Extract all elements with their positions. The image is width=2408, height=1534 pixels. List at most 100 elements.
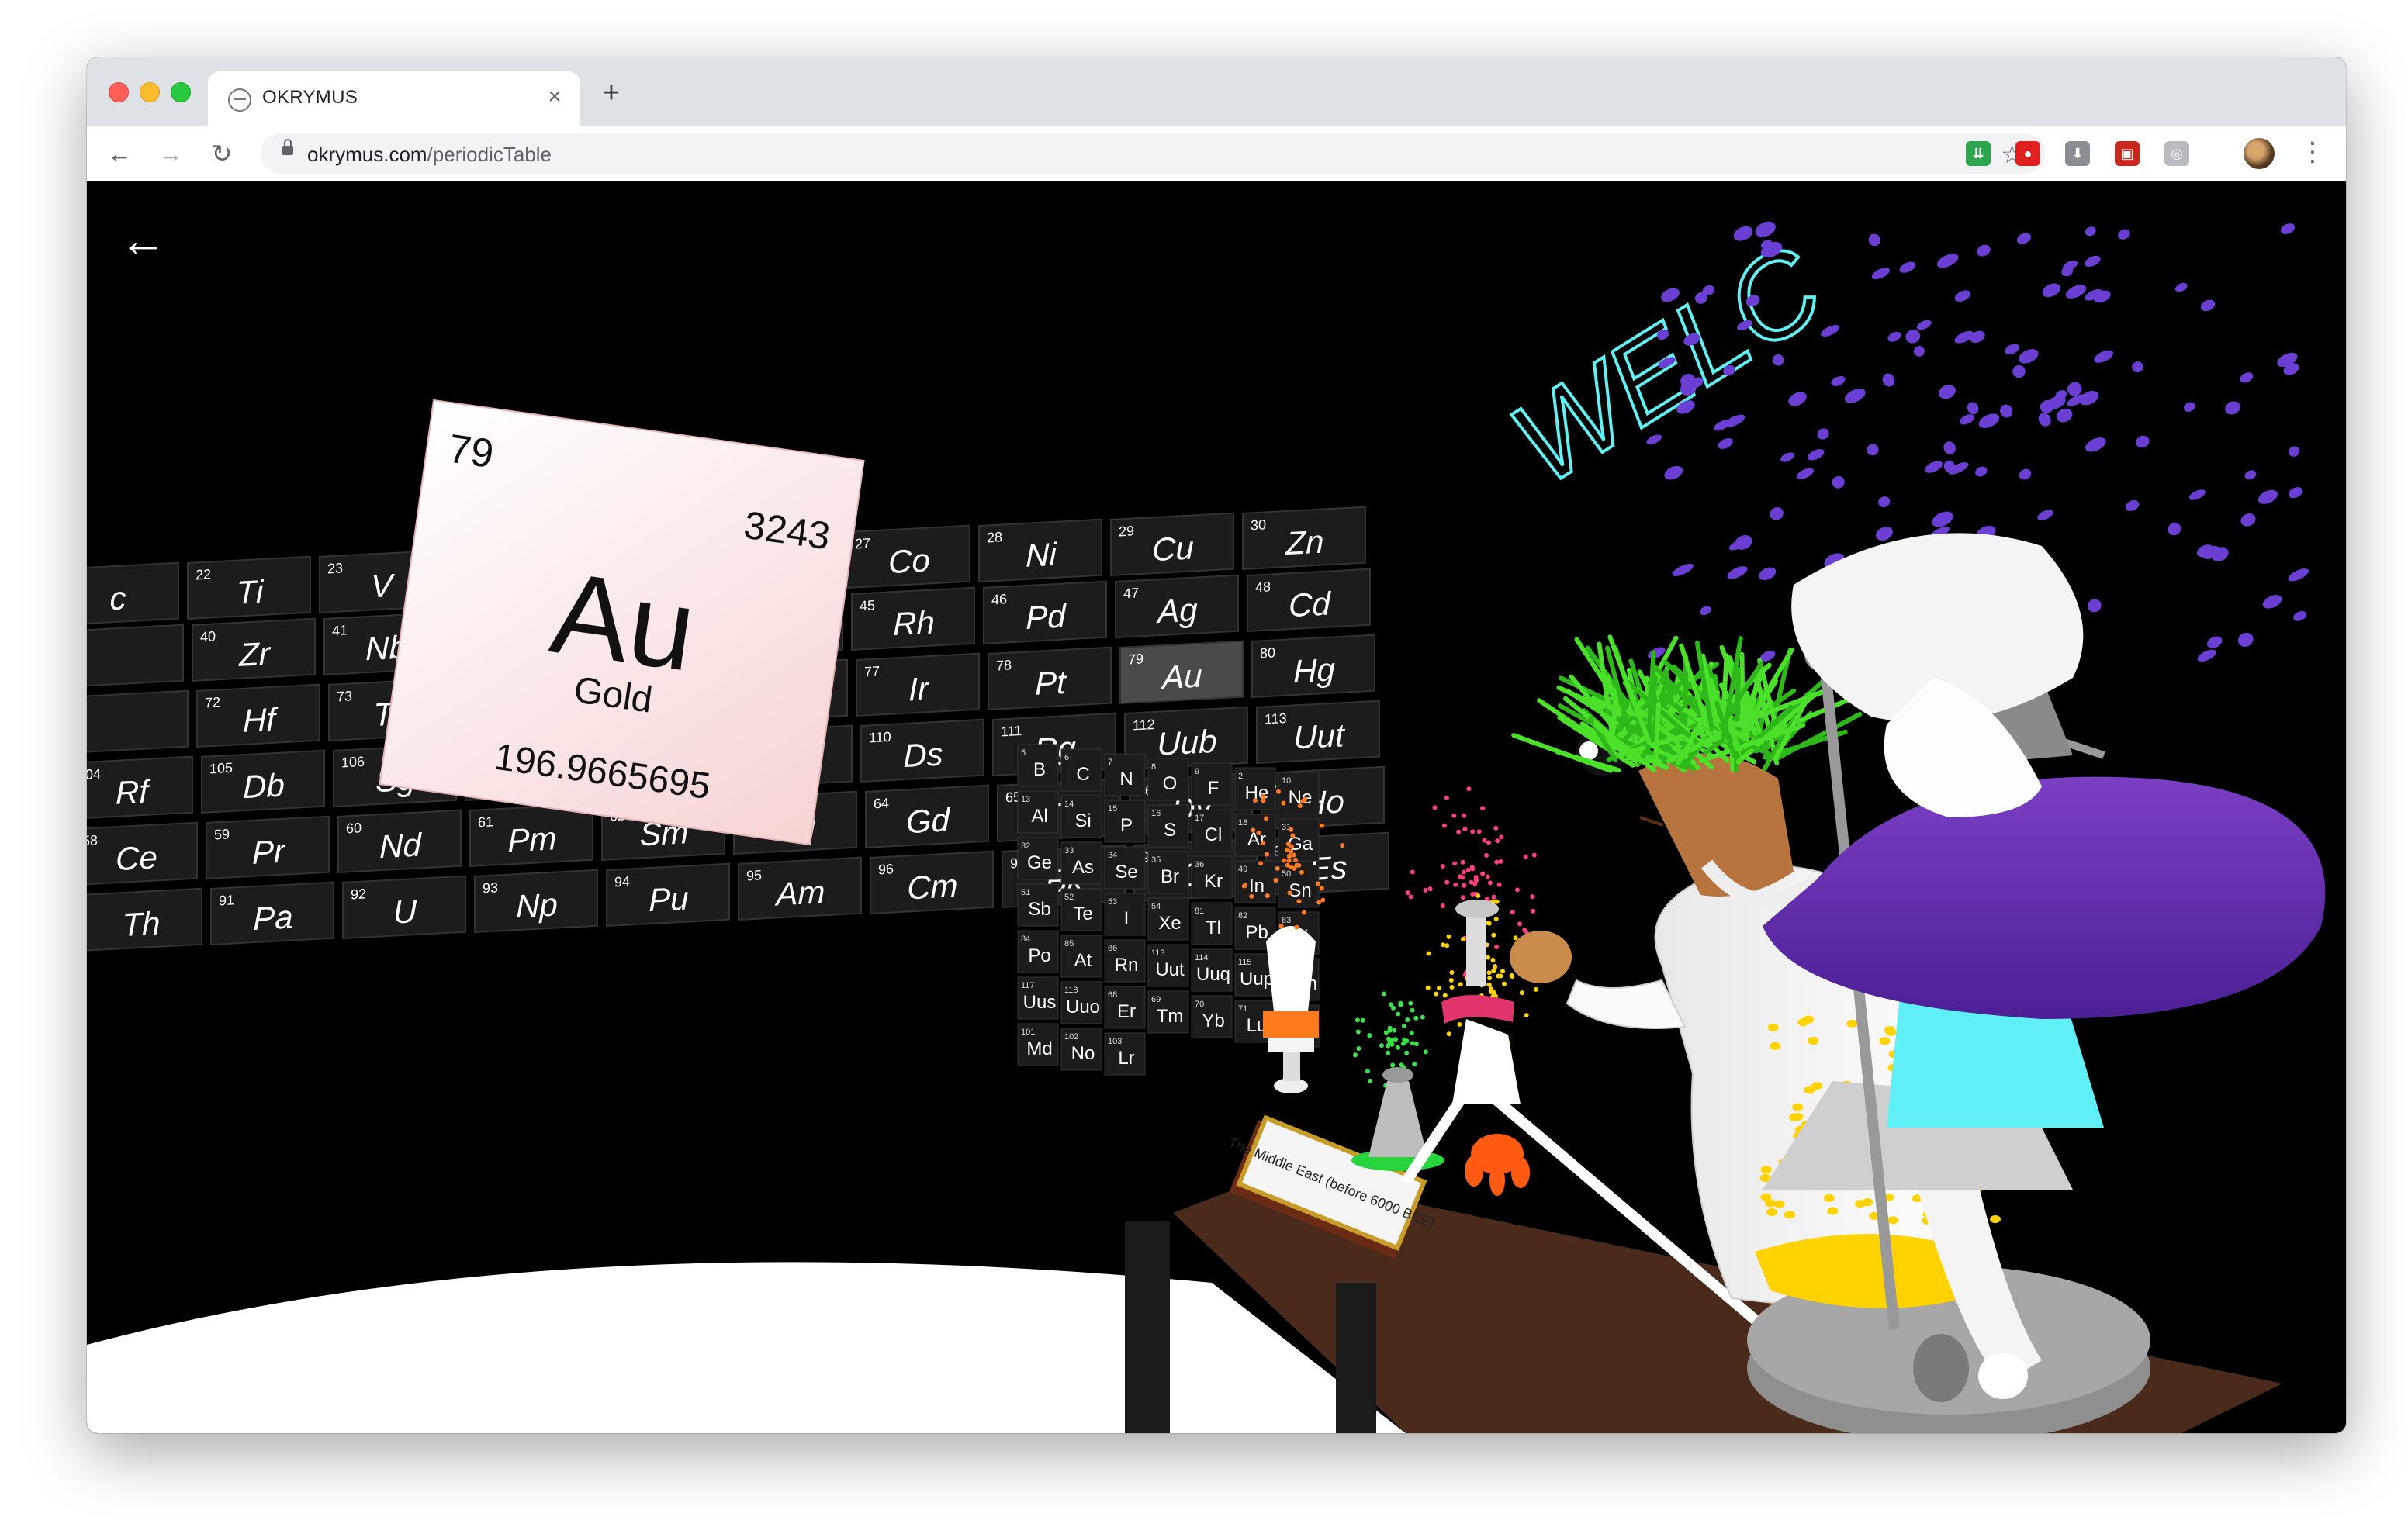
element-symbol: B xyxy=(1033,759,1046,780)
sparkle xyxy=(1401,1024,1406,1029)
element-cell[interactable]: 78 Pt xyxy=(988,646,1112,711)
element-cell[interactable]: 9F xyxy=(1191,762,1233,806)
element-cell[interactable]: 30 Zn xyxy=(1242,506,1366,571)
element-cell[interactable]: 35Br xyxy=(1147,851,1189,894)
element-cell[interactable]: 70 Yb xyxy=(1191,995,1233,1038)
element-cell[interactable]: 47 Ag xyxy=(1115,574,1239,639)
element-cell[interactable]: 81Tl xyxy=(1191,902,1233,945)
extension-2[interactable]: ● xyxy=(2015,141,2040,166)
element-cell[interactable]: 18Ar xyxy=(1234,814,1276,857)
element-cell[interactable]: 114 Uuq xyxy=(1191,948,1233,992)
minimize-window-button[interactable] xyxy=(140,82,160,102)
element-cell[interactable]: 6C xyxy=(1060,748,1102,792)
browser-menu-button[interactable]: ⋮ xyxy=(2299,135,2326,169)
new-tab-button[interactable]: + xyxy=(596,78,627,109)
element-cell[interactable]: 2He xyxy=(1234,767,1276,810)
element-cell[interactable]: 7N xyxy=(1104,753,1146,796)
element-cell[interactable]: 52Te xyxy=(1060,888,1102,931)
element-cell[interactable]: 15P xyxy=(1104,800,1146,843)
element-cell[interactable]: 72 Hf xyxy=(196,683,320,748)
element-cell[interactable]: 64 Gd xyxy=(865,784,989,849)
element-cell[interactable]: 31Ga xyxy=(1278,818,1320,862)
element-cell[interactable]: 92 U xyxy=(342,875,466,940)
element-cell[interactable]: 33 As xyxy=(1060,841,1102,885)
element-cell[interactable]: 48 Cd xyxy=(1247,568,1371,633)
element-cell[interactable]: 40 Zr xyxy=(192,617,316,682)
element-cell[interactable]: 51 Sb xyxy=(1017,883,1059,927)
element-cell[interactable]: Th xyxy=(87,887,202,952)
element-cell[interactable]: 5B xyxy=(1017,744,1059,787)
element-cell[interactable]: 13Al xyxy=(1017,790,1059,834)
maximize-window-button[interactable] xyxy=(171,82,191,102)
element-cell[interactable]: 17Cl xyxy=(1191,809,1233,852)
element-cell[interactable] xyxy=(87,689,189,755)
extension-5[interactable]: ◎ xyxy=(2164,141,2189,166)
element-cell[interactable]: 27 Co xyxy=(846,524,970,589)
address-bar[interactable]: okrymus.com/periodicTable ☆ xyxy=(261,133,2045,174)
element-cell[interactable]: 113Uut xyxy=(1256,700,1380,765)
element-cell[interactable]: 96 Cm xyxy=(870,850,994,915)
element-cell[interactable]: 102No xyxy=(1060,1028,1102,1071)
forward-button[interactable]: → xyxy=(154,136,188,171)
element-cell[interactable]: 58 Ce xyxy=(87,821,198,886)
element-cell[interactable]: 85At xyxy=(1060,935,1102,978)
extension-1[interactable]: ⇊ xyxy=(1966,141,1991,166)
element-cell[interactable]: 77 Ir xyxy=(856,652,980,717)
element-cell[interactable]: 68Er xyxy=(1104,986,1146,1029)
element-cell[interactable]: 14Si xyxy=(1060,795,1102,838)
element-cell[interactable]: 59 Pr xyxy=(206,815,330,880)
element-cell[interactable]: 34 Se xyxy=(1104,846,1146,890)
element-cell[interactable]: 86 Rn xyxy=(1104,939,1146,983)
element-cell[interactable]: 36Kr xyxy=(1191,855,1233,899)
element-cell[interactable]: 46 Pd xyxy=(983,580,1107,645)
element-cell[interactable]: 8O xyxy=(1147,758,1189,801)
element-cell[interactable]: 53 I xyxy=(1104,893,1146,936)
extension-3[interactable]: ⬇ xyxy=(2065,141,2090,166)
close-window-button[interactable] xyxy=(109,82,129,102)
element-cell[interactable]: 10Ne xyxy=(1278,772,1320,815)
element-symbol: V xyxy=(371,567,396,605)
element-cell[interactable]: 60 Nd xyxy=(337,809,462,874)
particle xyxy=(2288,487,2303,499)
browser-tab[interactable]: OKRYMUS × xyxy=(208,71,580,126)
element-cell[interactable] xyxy=(87,624,184,689)
floor xyxy=(87,1262,1406,1433)
element-cell[interactable]: 28 Ni xyxy=(978,518,1102,583)
element-cell[interactable]: 118 Uuo xyxy=(1060,981,1102,1024)
tab-close-button[interactable]: × xyxy=(543,85,566,109)
element-cell[interactable]: 113Uut xyxy=(1147,944,1189,987)
profile-avatar[interactable] xyxy=(2244,138,2275,169)
sparkle xyxy=(1319,886,1324,891)
element-cell[interactable]: 79 Au xyxy=(1119,640,1244,705)
back-arrow-button[interactable]: ← xyxy=(118,216,168,265)
gold-particle xyxy=(1792,1103,1804,1111)
element-cell[interactable]: 103 Lr xyxy=(1104,1032,1146,1076)
element-cell[interactable]: 80 Hg xyxy=(1251,634,1375,699)
sparkle xyxy=(1300,799,1306,804)
extension-4[interactable]: ▣ xyxy=(2115,141,2140,166)
element-cell[interactable]: 101Md xyxy=(1017,1023,1059,1066)
element-cell[interactable]: 110 Ds xyxy=(860,718,984,783)
element-cell[interactable]: 105 Db xyxy=(201,749,325,814)
element-cell[interactable]: 61 Pm xyxy=(469,803,593,868)
element-cell[interactable]: 69 Tm xyxy=(1147,990,1189,1034)
element-cell[interactable]: 54 Xe xyxy=(1147,897,1189,941)
element-cell[interactable]: 45 Rh xyxy=(851,586,975,651)
element-cell[interactable]: 104 Rf xyxy=(87,755,193,821)
element-number: 113 xyxy=(1151,948,1165,958)
element-symbol: Zr xyxy=(238,635,272,673)
element-cell[interactable]: 117 Uus xyxy=(1017,976,1059,1020)
element-cell[interactable]: 16S xyxy=(1147,804,1189,848)
element-cell[interactable]: 94 Pu xyxy=(606,862,730,928)
element-cell[interactable]: 22 Ti xyxy=(187,555,311,620)
particle xyxy=(1925,461,1943,473)
element-cell[interactable]: 29 Cu xyxy=(1110,512,1234,577)
reload-button[interactable]: ↻ xyxy=(205,136,239,171)
back-button[interactable]: ← xyxy=(102,136,137,171)
element-cell[interactable]: 91 Pa xyxy=(210,881,334,946)
element-cell[interactable]: 95 Am xyxy=(738,856,862,921)
element-cell[interactable]: 93 Np xyxy=(474,869,598,934)
element-cell[interactable]: c xyxy=(87,561,179,627)
element-cell[interactable]: 84Po xyxy=(1017,930,1059,973)
element-cell[interactable]: 32Ge xyxy=(1017,837,1059,880)
